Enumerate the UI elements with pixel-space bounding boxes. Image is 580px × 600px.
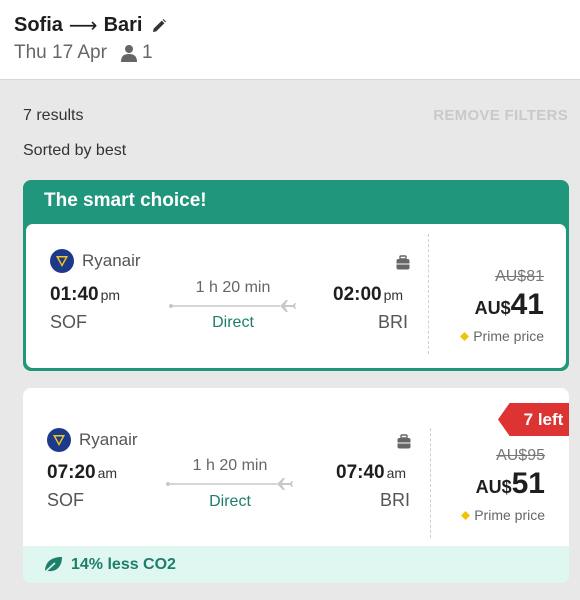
stops-label: Direct	[212, 314, 254, 331]
ryanair-logo-icon	[50, 249, 74, 273]
departure-ampm: am	[97, 465, 118, 481]
route-arrow: ⟶	[68, 15, 98, 37]
co2-banner: 14% less CO2	[23, 546, 569, 583]
original-price: AU$81	[495, 268, 544, 285]
arrival-time: 07:40 am	[336, 462, 406, 484]
arrival-time-value: 02:00	[333, 284, 382, 305]
departure-ampm: pm	[100, 287, 121, 303]
diamond-icon	[461, 510, 471, 520]
price-amount: 51	[511, 467, 545, 500]
departure-time-value: 07:20	[47, 462, 96, 483]
leaf-icon	[43, 556, 63, 574]
airline: Ryanair	[50, 249, 141, 273]
flight-duration: 1 h 20 min	[195, 279, 271, 296]
edit-icon[interactable]	[151, 18, 167, 34]
airline: Ryanair	[47, 428, 138, 452]
prime-price-label: Prime price	[460, 328, 544, 344]
prime-price-text: Prime price	[474, 507, 545, 523]
arrival-time-value: 07:40	[336, 462, 385, 483]
plane-icon	[169, 300, 296, 312]
results-count: 7 results	[23, 107, 84, 124]
arrival-airport: BRI	[380, 490, 411, 510]
departure-airport: SOF	[50, 312, 88, 332]
remove-filters-button[interactable]: REMOVE FILTERS	[433, 107, 568, 124]
departure-time: 01:40 pm	[50, 284, 120, 306]
smart-choice-title: The smart choice!	[44, 190, 207, 211]
price: AU$41	[475, 288, 544, 322]
luggage-icon	[396, 434, 412, 450]
smart-choice-card[interactable]: The smart choice! Ryanair 01:40 pm SOF 1 …	[23, 180, 569, 371]
original-price: AU$95	[496, 447, 545, 464]
arrival-ampm: pm	[383, 287, 404, 303]
price-currency: AU$	[474, 298, 511, 318]
co2-text: 14% less CO2	[71, 555, 176, 573]
airline-name: Ryanair	[79, 430, 138, 449]
passenger-count: 1	[141, 42, 153, 63]
plane-icon	[166, 478, 293, 490]
destination-city: Bari	[103, 14, 143, 36]
departure-time-value: 01:40	[50, 284, 99, 305]
route-title[interactable]: Sofia ⟶ Bari	[14, 13, 167, 38]
card-divider	[430, 428, 431, 538]
departure-time: 07:20 am	[47, 462, 117, 484]
price-amount: 41	[510, 288, 544, 321]
diamond-icon	[460, 331, 470, 341]
flight-card-body[interactable]: 7 left Ryanair 07:20 am SOF 1 h 20 min Di…	[23, 388, 569, 546]
search-header: Sofia ⟶ Bari Thu 17 Apr 1	[0, 0, 580, 80]
price-currency: AU$	[475, 477, 512, 497]
departure-airport: SOF	[47, 490, 85, 510]
prime-price-text: Prime price	[473, 328, 544, 344]
arrival-ampm: am	[386, 465, 407, 481]
price: AU$51	[476, 467, 545, 501]
travel-date: Thu 17 Apr	[14, 42, 107, 63]
flight-card[interactable]: Ryanair 01:40 pm SOF 1 h 20 min Direct 02…	[26, 224, 566, 368]
ryanair-logo-icon	[47, 428, 71, 452]
arrival-time: 02:00 pm	[333, 284, 403, 306]
origin-city: Sofia	[14, 14, 63, 36]
stops-label: Direct	[209, 493, 251, 510]
luggage-icon	[395, 255, 411, 271]
person-icon	[120, 44, 137, 62]
flight-duration: 1 h 20 min	[192, 457, 268, 474]
search-details: Thu 17 Apr 1	[14, 42, 153, 64]
prime-price-label: Prime price	[461, 507, 545, 523]
arrival-airport: BRI	[378, 312, 409, 332]
sort-label[interactable]: Sorted by best	[23, 142, 126, 160]
airline-name: Ryanair	[82, 251, 141, 270]
card-divider	[428, 234, 429, 354]
flight-card[interactable]: 7 left Ryanair 07:20 am SOF 1 h 20 min Di…	[23, 388, 569, 583]
seats-left-badge: 7 left	[498, 403, 569, 436]
